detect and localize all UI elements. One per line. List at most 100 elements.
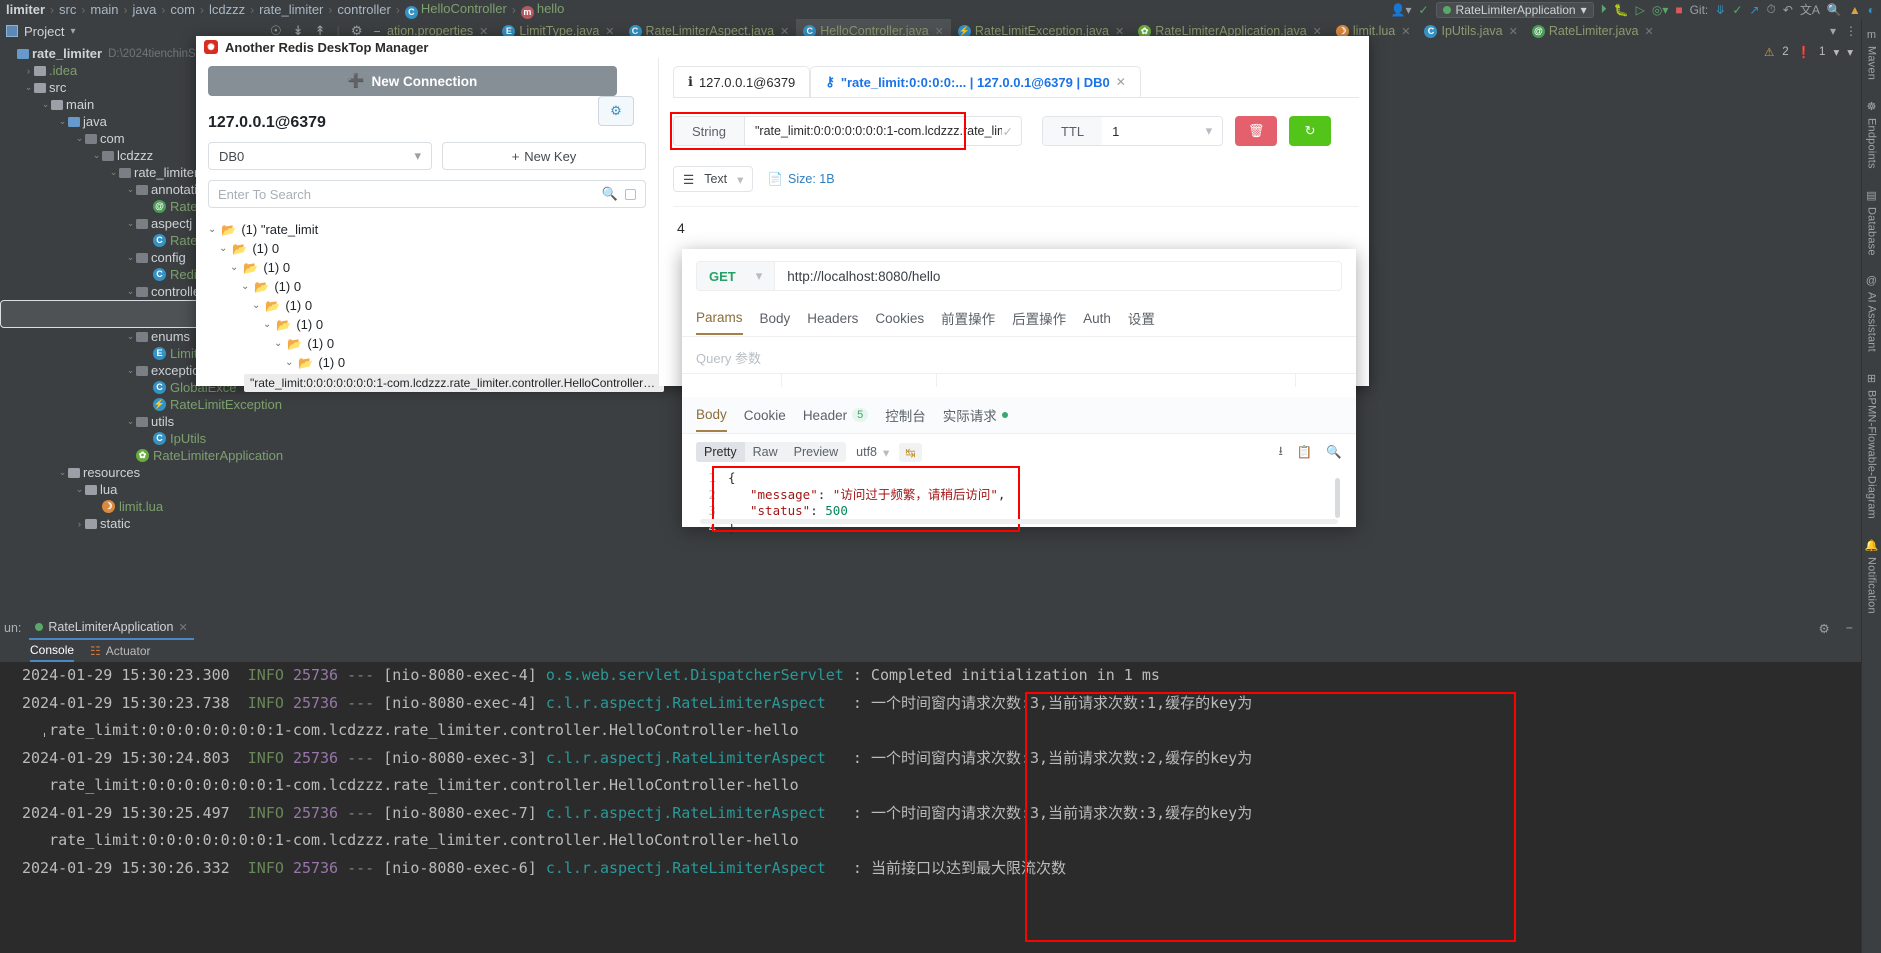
close-icon[interactable]: ✕: [178, 621, 187, 634]
profile-icon[interactable]: 👤▾: [1391, 3, 1412, 17]
tool-window-button-endpoints[interactable]: ☸ Endpoints: [1866, 100, 1878, 169]
run-subtab-console[interactable]: Console: [30, 640, 75, 662]
response-tab-cookie[interactable]: Cookie: [744, 400, 786, 431]
request-tab-params[interactable]: Params: [696, 303, 743, 335]
chevron-down-icon[interactable]: ⌄: [74, 484, 85, 495]
chevron-down-icon[interactable]: ⌄: [208, 224, 216, 235]
chevron-down-icon[interactable]: ⌄: [57, 467, 68, 478]
copy-icon[interactable]: 📋: [1297, 445, 1313, 460]
tool-window-button-bpmn-flowable-diagram[interactable]: ⊞ BPMN-Flowable-Diagram: [1866, 372, 1878, 519]
tree-item-static[interactable]: › static: [0, 515, 380, 532]
more-icon[interactable]: ⋮: [1845, 24, 1857, 38]
translate-icon[interactable]: 文A: [1800, 1, 1820, 18]
gear-icon[interactable]: ⚙: [1818, 621, 1837, 636]
value-text-area[interactable]: 4: [673, 206, 1359, 249]
profiler-icon[interactable]: ◎▾: [1652, 3, 1669, 17]
debug-icon[interactable]: 🐛: [1614, 3, 1629, 17]
chevron-down-icon[interactable]: ⌄: [125, 365, 136, 376]
view-mode-segment[interactable]: Pretty Raw Preview: [696, 442, 847, 462]
history-icon[interactable]: ⏱: [1766, 2, 1775, 17]
chevron-right-icon[interactable]: ›: [74, 519, 85, 529]
redis-key-tree[interactable]: ⌄ 📂 (1) "rate_limit ⌄ 📂 (1) 0 ⌄ 📂 (1) 0 ⌄ 📂 (1) 0 ⌄ 📂…: [208, 220, 646, 372]
request-tab-body[interactable]: Body: [760, 304, 791, 334]
inspection-widget[interactable]: ⚠ 2 ❗ 1 ▾ ▾: [1764, 45, 1853, 59]
breadcrumb-item-hello[interactable]: m hello: [519, 1, 566, 19]
redis-tree-node[interactable]: ⌄ 📂 (1) 0: [208, 334, 646, 353]
check-icon[interactable]: ✓: [1002, 124, 1012, 139]
chevron-down-icon[interactable]: ⌄: [91, 150, 102, 161]
search-icon[interactable]: 🔍: [602, 186, 618, 202]
query-params-table[interactable]: [682, 373, 1356, 387]
run-subtab-actuator[interactable]: ☷ Actuator: [90, 640, 150, 662]
response-horizontal-scrollbar[interactable]: [700, 519, 1338, 524]
response-tab-实际请求[interactable]: 实际请求: [943, 397, 1008, 433]
breadcrumb-item-hellocontroller[interactable]: C HelloController: [403, 1, 509, 19]
breadcrumb-item-limiter[interactable]: limiter: [4, 2, 47, 17]
breadcrumb-item-src[interactable]: src: [57, 2, 78, 17]
redis-tree-node[interactable]: ⌄ 📂 (1) 0: [208, 353, 646, 372]
view-mode-preview[interactable]: Preview: [786, 442, 846, 462]
chevron-down-icon[interactable]: ⌄: [125, 331, 136, 342]
chevron-down-icon[interactable]: ⌄: [108, 167, 119, 178]
breadcrumb-item-rate_limiter[interactable]: rate_limiter: [257, 2, 325, 17]
tool-window-button-maven[interactable]: m Maven: [1866, 29, 1878, 80]
value-format-select[interactable]: ☰ Text ▾: [673, 166, 754, 192]
tree-item-ratelimitexception[interactable]: ⚡ RateLimitException: [0, 396, 380, 413]
undo-icon[interactable]: ↶: [1783, 3, 1793, 17]
build-icon[interactable]: ✓: [1418, 3, 1428, 17]
breadcrumb-item-java[interactable]: java: [131, 2, 159, 17]
http-method-select[interactable]: GET ▾: [696, 261, 775, 291]
new-connection-button[interactable]: ➕ New Connection: [208, 66, 617, 96]
request-tab-前置操作[interactable]: 前置操作: [941, 301, 995, 336]
redis-tree-node[interactable]: ⌄ 📂 (1) 0: [208, 277, 646, 296]
refresh-key-button[interactable]: ↻: [1289, 116, 1332, 146]
format-button[interactable]: ↹: [899, 442, 922, 462]
chevron-down-icon[interactable]: ▾: [1830, 24, 1836, 38]
db-select[interactable]: DB0 ▾: [208, 142, 432, 170]
more-icon[interactable]: ▾: [1847, 45, 1853, 59]
redis-tree-node[interactable]: ⌄ 📂 (1) 0: [208, 296, 646, 315]
chevron-down-icon[interactable]: ▾: [1833, 45, 1839, 59]
chevron-down-icon[interactable]: ⌄: [241, 281, 249, 292]
tree-item-resources[interactable]: ⌄ resources: [0, 464, 380, 481]
new-key-button[interactable]: + New Key: [442, 142, 646, 170]
response-tab-header[interactable]: Header 5: [803, 400, 869, 431]
exact-match-checkbox[interactable]: [625, 188, 636, 200]
view-mode-raw[interactable]: Raw: [745, 442, 786, 462]
tree-item-utils[interactable]: ⌄ utils: [0, 413, 380, 430]
hide-icon[interactable]: −: [1846, 621, 1861, 635]
request-tab-cookies[interactable]: Cookies: [875, 304, 924, 334]
delete-key-button[interactable]: 🗑: [1235, 116, 1278, 146]
chevron-down-icon[interactable]: ⌄: [285, 357, 293, 368]
run-with-coverage-icon[interactable]: ▷: [1636, 3, 1645, 17]
tree-item-lua[interactable]: ⌄ lua: [0, 481, 380, 498]
git-update-icon[interactable]: ⤋: [1715, 3, 1725, 17]
close-icon[interactable]: ✕: [1401, 25, 1410, 38]
search-icon[interactable]: 🔍: [1827, 3, 1842, 17]
chevron-down-icon[interactable]: ⌄: [230, 262, 238, 273]
chevron-down-icon[interactable]: ⌄: [125, 416, 136, 427]
key-name-input[interactable]: "rate_limit:0:0:0:0:0:0:0:1-com.lcdzzz.r…: [743, 116, 1022, 146]
redis-tree-node[interactable]: ⌄ 📂 (1) 0: [208, 315, 646, 334]
request-tab-设置[interactable]: 设置: [1128, 301, 1155, 336]
ide-theme-icon[interactable]: ◐: [1868, 3, 1875, 17]
console-output[interactable]: 2024-01-29 15:30:23.300 INFO 25736 --- […: [22, 662, 1861, 953]
response-scrollbar[interactable]: [1335, 478, 1340, 518]
editor-tab-iputils-java[interactable]: C IpUtils.java ✕: [1417, 19, 1524, 43]
chevron-down-icon[interactable]: ▾: [70, 26, 75, 37]
breadcrumb-item-com[interactable]: com: [168, 2, 197, 17]
run-icon[interactable]: ⏵: [1601, 2, 1607, 17]
chevron-down-icon[interactable]: ⌄: [57, 116, 68, 127]
ardm-tab[interactable]: ⚷ "rate_limit:0:0:0:0:... | 127.0.0.1@637…: [810, 66, 1141, 97]
ardm-tab[interactable]: ℹ 127.0.0.1@6379: [673, 66, 811, 97]
chevron-right-icon[interactable]: ›: [23, 66, 34, 76]
chevron-down-icon[interactable]: ⌄: [263, 319, 271, 330]
tool-window-button-notification[interactable]: 🔔 Notification: [1865, 539, 1879, 614]
redis-tree-node[interactable]: ⌄ 📂 (1) 0: [208, 258, 646, 277]
request-tab-auth[interactable]: Auth: [1083, 304, 1111, 334]
url-input[interactable]: http://localhost:8080/hello: [774, 261, 1342, 291]
chevron-down-icon[interactable]: ⌄: [74, 133, 85, 144]
git-commit-icon[interactable]: ✓: [1732, 3, 1742, 17]
close-icon[interactable]: ✕: [1644, 25, 1653, 38]
search-icon[interactable]: 🔍: [1326, 445, 1342, 460]
